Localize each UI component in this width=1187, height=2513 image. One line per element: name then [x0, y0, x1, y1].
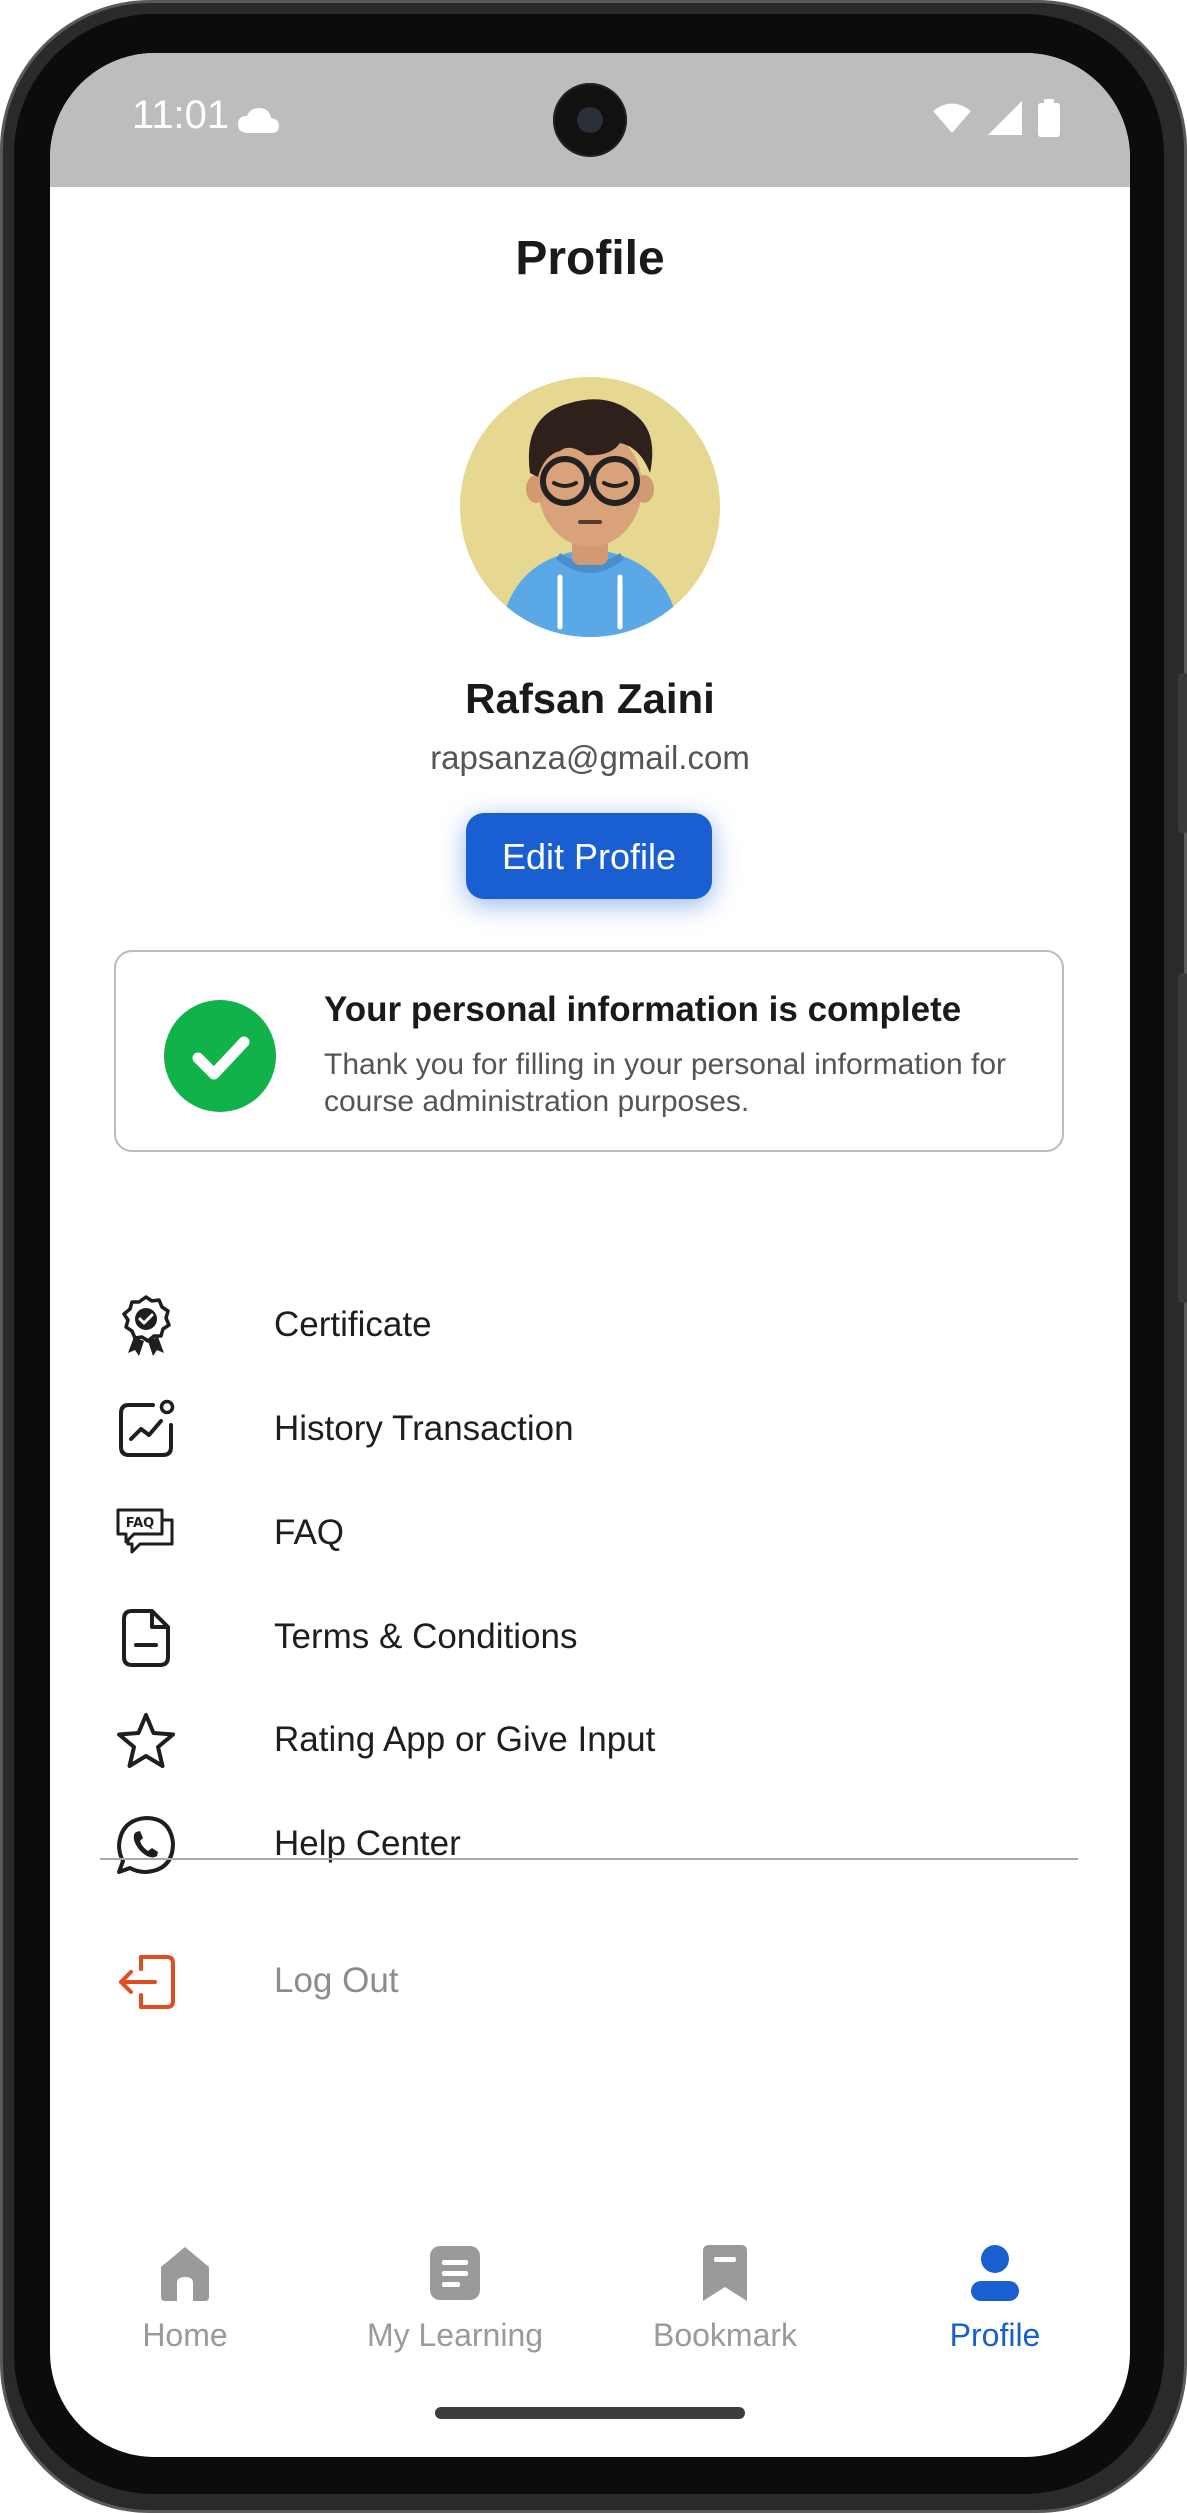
wifi-icon — [933, 103, 971, 133]
info-complete-card: Your personal information is complete Th… — [114, 950, 1064, 1152]
menu-label: Rating App or Give Input — [274, 1720, 656, 1759]
info-title: Your personal information is complete — [324, 990, 962, 1029]
menu-item-history-transaction[interactable]: History Transaction — [114, 1385, 1064, 1475]
certificate-icon — [114, 1294, 178, 1358]
menu-divider — [100, 1858, 1078, 1860]
faq-icon: FAQ — [114, 1502, 178, 1566]
learning-icon — [430, 2246, 480, 2300]
screen: 11:01 Profile Rafsan Zaini rapsanza@gmai… — [50, 53, 1130, 2457]
status-icons — [932, 99, 1060, 137]
check-icon — [164, 1000, 276, 1112]
cloud-icon — [238, 108, 279, 133]
power-button — [1178, 973, 1187, 1303]
avatar — [460, 377, 720, 637]
whatsapp-icon — [114, 1813, 178, 1877]
front-camera — [553, 83, 627, 157]
user-name: Rafsan Zaini — [465, 675, 715, 722]
user-email: rapsanza@gmail.com — [430, 739, 750, 776]
nav-bookmark[interactable]: Bookmark — [590, 2243, 860, 2363]
menu-item-faq[interactable]: FAQ FAQ — [114, 1489, 1064, 1579]
home-icon — [161, 2247, 209, 2301]
battery-icon — [1038, 99, 1060, 137]
bookmark-icon — [703, 2245, 747, 2301]
menu-label: History Transaction — [274, 1409, 574, 1448]
nav-my-learning[interactable]: My Learning — [320, 2243, 590, 2363]
home-indicator[interactable] — [435, 2407, 745, 2419]
logout-label: Log Out — [274, 1961, 399, 2000]
status-bar: 11:01 — [50, 53, 1130, 187]
star-icon — [114, 1709, 178, 1773]
nav-label: Bookmark — [652, 2317, 798, 2353]
logout-button[interactable]: Log Out — [114, 1937, 1064, 2027]
menu-item-terms-conditions[interactable]: Terms & Conditions — [114, 1593, 1064, 1683]
info-description: Thank you for filling in your personal i… — [324, 1048, 1007, 1118]
nav-label: Home — [142, 2317, 228, 2353]
edit-profile-button[interactable]: Edit Profile — [466, 813, 712, 899]
nav-profile[interactable]: Profile — [860, 2243, 1130, 2363]
nav-label: Profile — [949, 2317, 1041, 2353]
svg-text:FAQ: FAQ — [126, 1516, 155, 1531]
logout-icon — [114, 1950, 178, 2014]
menu-label: FAQ — [274, 1513, 345, 1552]
menu-item-certificate[interactable]: Certificate — [114, 1281, 1064, 1371]
menu-label: Terms & Conditions — [274, 1617, 578, 1656]
document-icon — [114, 1606, 178, 1670]
person-icon — [971, 2245, 1019, 2301]
chart-icon — [114, 1398, 178, 1462]
menu-label: Certificate — [274, 1305, 432, 1344]
nav-label: My Learning — [366, 2317, 544, 2353]
page-title: Profile — [515, 232, 665, 285]
bottom-nav: Home My Learning Bookmark Profile — [50, 2243, 1130, 2363]
status-time: 11:01 — [132, 93, 230, 137]
menu-item-help-center[interactable]: Help Center — [114, 1800, 1064, 1890]
signal-icon — [988, 101, 1022, 135]
menu-item-rating[interactable]: Rating App or Give Input — [114, 1696, 1064, 1786]
nav-home[interactable]: Home — [50, 2243, 320, 2363]
volume-button — [1178, 673, 1187, 833]
